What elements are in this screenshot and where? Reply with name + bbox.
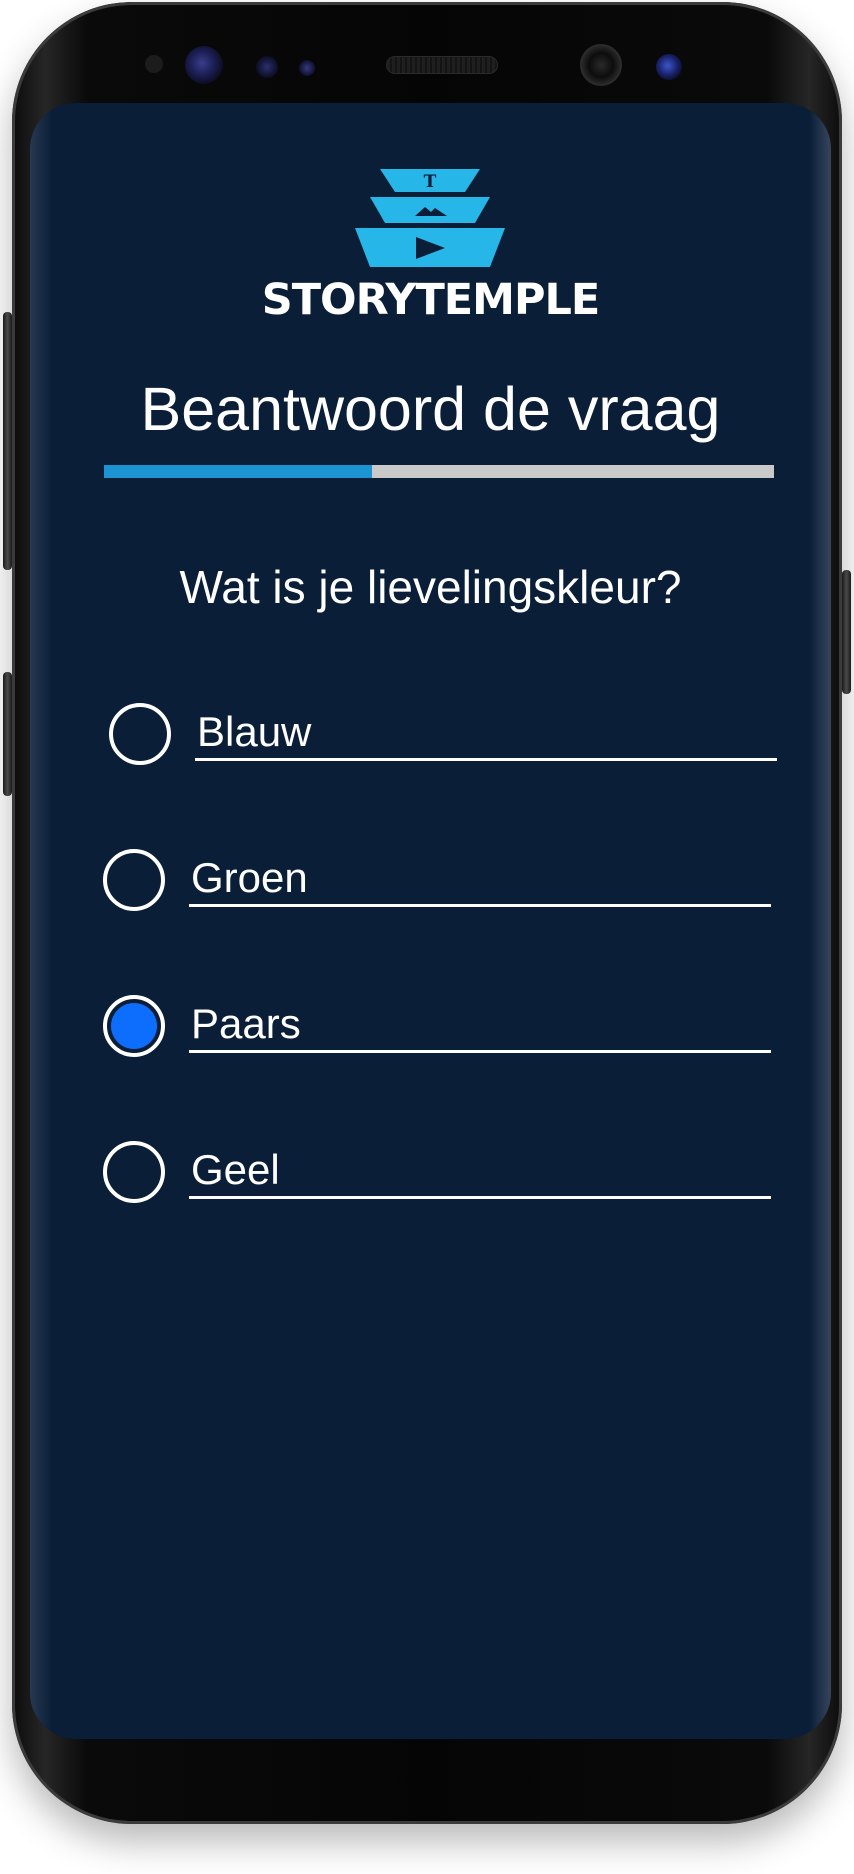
answer-underline [189, 904, 771, 907]
answer-option-blauw[interactable]: Blauw [109, 703, 795, 773]
logo-tier-middle [370, 197, 490, 223]
answer-label: Paars [191, 1000, 301, 1047]
screen-edge-left [30, 103, 52, 1739]
status-led [299, 60, 315, 76]
answer-underline [195, 758, 777, 761]
question-text: Wat is je lievelingskleur? [179, 561, 682, 613]
radio-button[interactable] [103, 995, 165, 1057]
radio-button[interactable] [103, 849, 165, 911]
volume-button [3, 312, 12, 570]
progress-fill [104, 465, 372, 478]
page-title: Beantwoord de vraag [140, 375, 721, 443]
assistant-button [3, 672, 12, 796]
answer-option-groen[interactable]: Groen [103, 849, 789, 919]
radio-selected-dot [111, 1003, 157, 1049]
front-camera-lens [656, 54, 682, 80]
brand-name: STORYTEMPLE [261, 275, 601, 325]
radio-button[interactable] [103, 1141, 165, 1203]
answer-label: Blauw [197, 708, 312, 755]
answer-underline [189, 1196, 771, 1199]
progress-bar [104, 465, 774, 478]
power-button [842, 570, 851, 694]
storytemple-logo-icon: T [355, 169, 505, 267]
answer-option-paars[interactable]: Paars [103, 995, 789, 1065]
earpiece-speaker [386, 56, 498, 74]
phone-frame: T STORYTEMPLE Beantwoord de vraag Wat is… [12, 2, 842, 1824]
front-camera [580, 44, 622, 86]
light-sensor [256, 56, 278, 78]
screen-edge-right [809, 103, 831, 1739]
iris-scanner [185, 46, 223, 84]
answer-underline [189, 1050, 771, 1053]
logo-letter: T [424, 172, 437, 192]
answer-label: Groen [191, 854, 308, 901]
radio-button[interactable] [109, 703, 171, 765]
answer-option-geel[interactable]: Geel [103, 1141, 789, 1211]
proximity-sensor [145, 55, 163, 73]
screen: T STORYTEMPLE Beantwoord de vraag Wat is… [30, 103, 831, 1739]
answer-label: Geel [191, 1146, 280, 1193]
